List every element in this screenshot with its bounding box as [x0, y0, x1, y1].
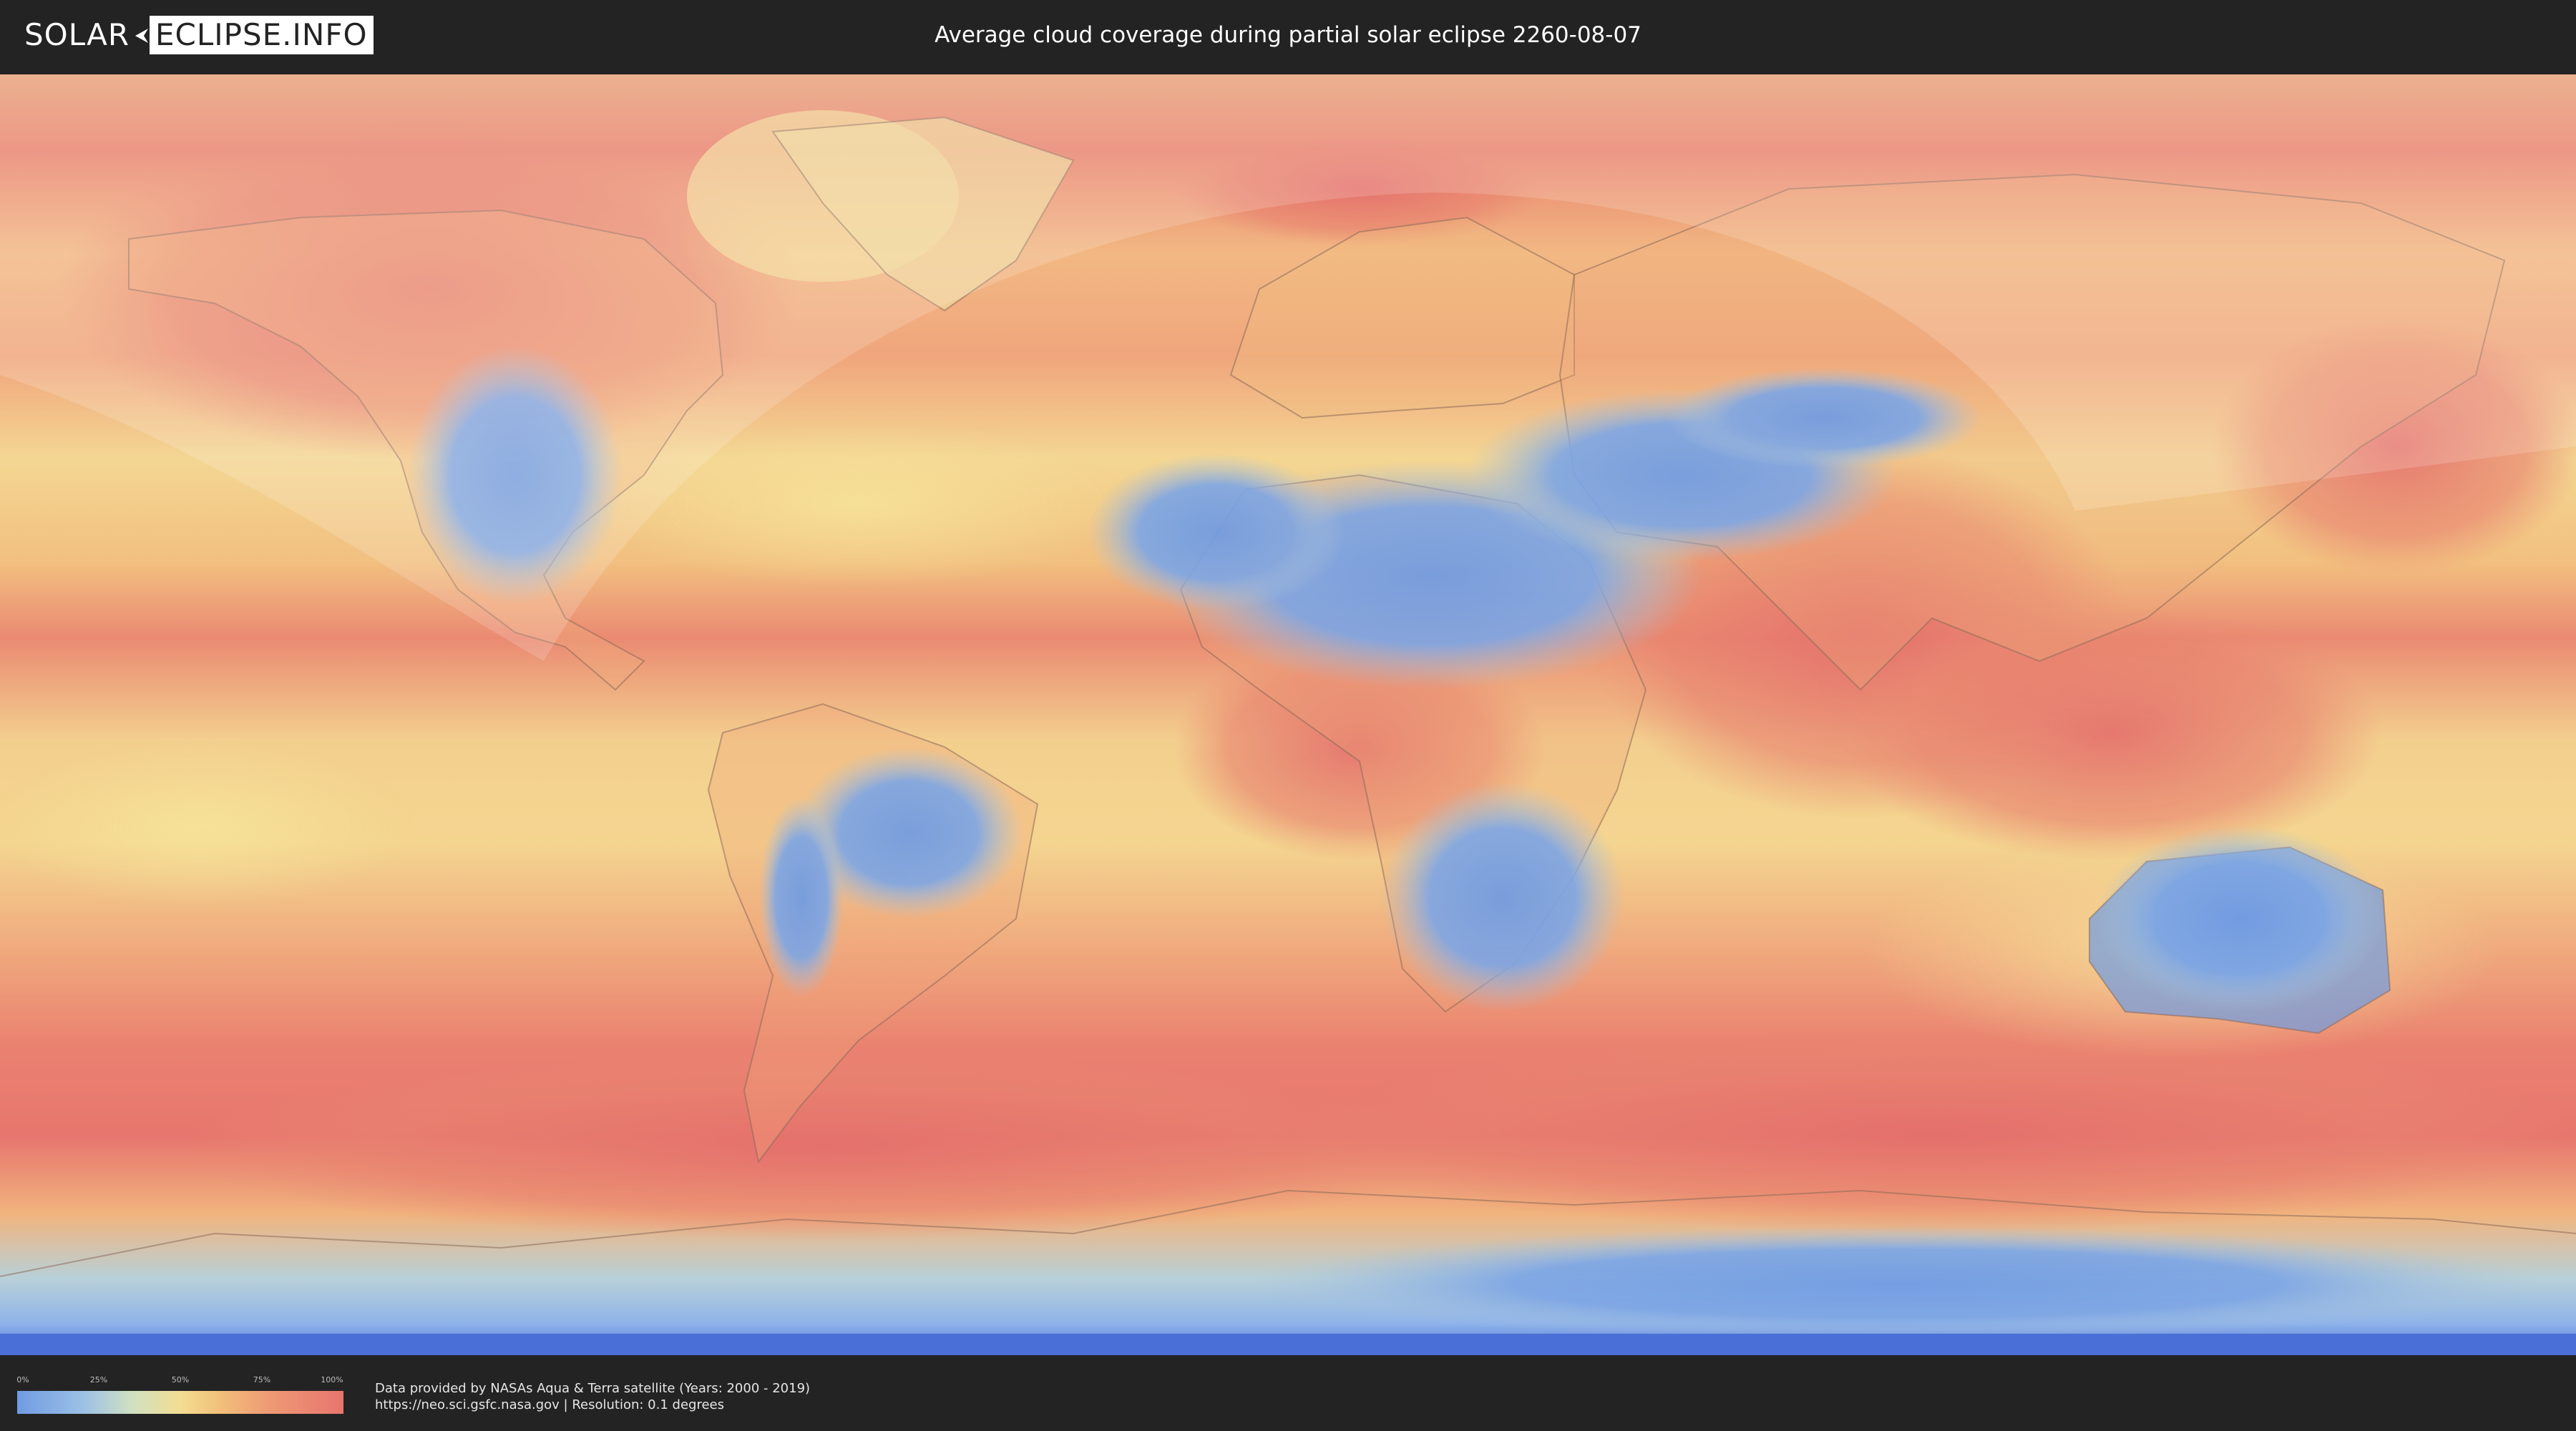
legend-tick-75: 75% [253, 1375, 271, 1384]
cloud-coverage-map[interactable] [0, 74, 2576, 1355]
legend-gradient-bar [17, 1391, 343, 1414]
legend-tick-50: 50% [171, 1375, 190, 1384]
legend-tick-25: 25% [89, 1375, 108, 1384]
page-title: Average cloud coverage during partial so… [935, 22, 1641, 48]
legend-tick-100: 100% [321, 1375, 343, 1384]
polar-clear-strip [0, 1334, 2576, 1355]
data-source-text: Data provided by NASAs Aqua & Terra sate… [375, 1381, 811, 1396]
data-source-url[interactable]: https://neo.sci.gsfc.nasa.gov | Resoluti… [375, 1397, 724, 1412]
header-bar: SOLAR ECLIPSE.INFO Average cloud coverag… [0, 0, 2576, 72]
legend-tick-0: 0% [16, 1375, 29, 1384]
map-canvas [0, 74, 2576, 1355]
footer-bar: 0% 25% 50% 75% 100% Data provided by NAS… [0, 1359, 2576, 1431]
